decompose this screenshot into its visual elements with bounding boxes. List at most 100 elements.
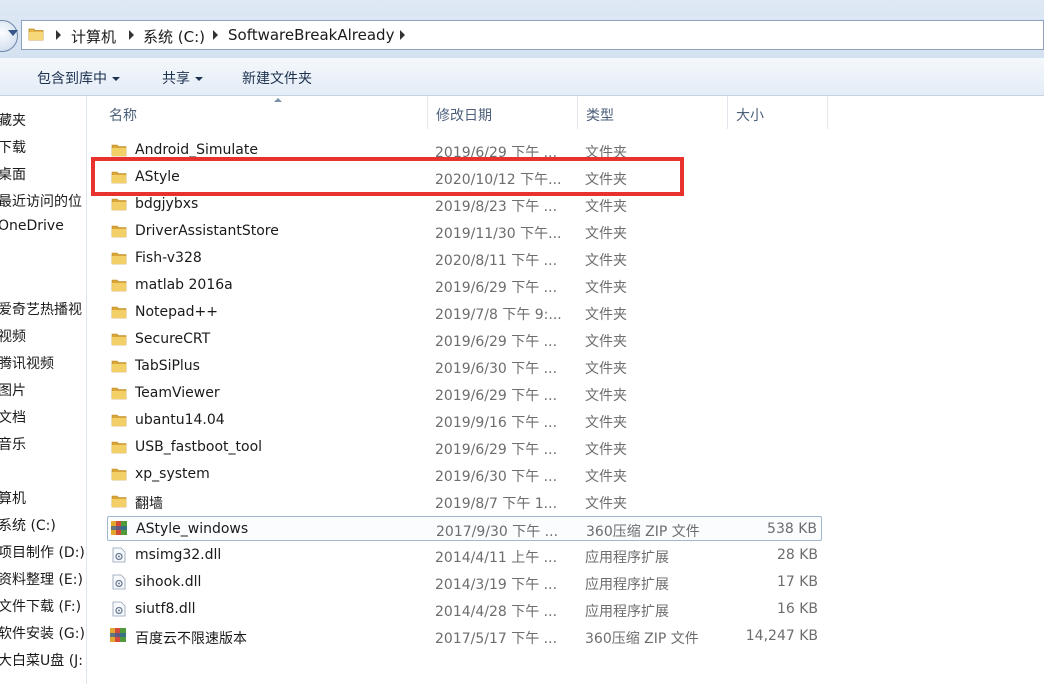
file-row[interactable]: siutf8.dll 2014/4/28 下午 ... 应用程序扩展 16 KB [107,597,822,622]
file-row[interactable]: TeamViewer 2019/6/29 下午 ... 文件夹 [107,381,822,406]
nav-item-tencent-video[interactable]: 腾讯视频 [0,353,54,373]
nav-item-drive-j[interactable]: 大白菜U盘 (J: [0,650,83,670]
column-header-type-label: 类型 [586,108,614,124]
file-type: 应用程序扩展 [585,550,669,566]
folder-icon [111,439,127,455]
file-modified-date: 2019/6/29 下午 ... [435,442,558,458]
column-header-date[interactable]: 修改日期 [428,96,578,129]
file-name: xp_system [135,466,210,482]
nav-item-recent-places[interactable]: 最近访问的位 [0,191,82,211]
new-folder-button[interactable]: 新建文件夹 [242,68,312,88]
nav-item-drive-e[interactable]: 资料整理 (E:) [0,569,83,589]
file-modified-date: 2019/6/30 下午 ... [435,469,558,485]
file-row[interactable]: SecureCRT 2019/6/29 下午 ... 文件夹 [107,327,822,352]
file-row[interactable]: xp_system 2019/6/30 下午 ... 文件夹 [107,462,822,487]
folder-icon [111,331,127,347]
chevron-down-icon [195,77,203,81]
file-size: 17 KB [776,574,818,590]
include-in-library-label: 包含到库中 [37,71,107,87]
nav-item-onedrive[interactable]: OneDrive [0,218,64,234]
chevron-down-icon [112,77,120,81]
file-type: 文件夹 [585,361,627,377]
file-modified-date: 2019/6/30 下午 ... [435,361,558,377]
breadcrumb-arrow-icon[interactable] [213,30,218,40]
nav-item-computer[interactable]: 算机 [0,488,26,508]
breadcrumb-drive-c[interactable]: 系统 (C:) [143,26,205,47]
file-name: msimg32.dll [135,547,222,563]
nav-item-drive-f[interactable]: 文件下载 (F:) [0,596,81,616]
file-modified-date: 2019/11/30 下午... [435,226,562,242]
file-name: DriverAssistantStore [135,223,279,239]
back-button[interactable] [0,20,18,52]
file-row[interactable]: TabSiPlus 2019/6/30 下午 ... 文件夹 [107,354,822,379]
file-type: 文件夹 [585,253,627,269]
file-type: 文件夹 [585,226,627,242]
address-bar: 计算机 系统 (C:) SoftwareBreakAlready [0,0,1044,58]
nav-item-music[interactable]: 音乐 [0,434,26,454]
nav-item-documents[interactable]: 文档 [0,407,26,427]
file-type: 文件夹 [585,496,627,512]
file-name: ubantu14.04 [135,412,225,428]
file-row[interactable]: Fish-v328 2020/8/11 下午 ... 文件夹 [107,246,822,271]
nav-item-pictures[interactable]: 图片 [0,380,26,400]
file-modified-date: 2019/8/23 下午 ... [435,199,558,215]
column-header-type[interactable]: 类型 [578,96,728,129]
nav-item-drive-c[interactable]: 系统 (C:) [0,515,56,535]
share-button[interactable]: 共享 [162,68,203,88]
nav-item-favorites[interactable]: 藏夹 [0,110,26,130]
file-row[interactable]: msimg32.dll 2014/4/11 上午 ... 应用程序扩展 28 KB [107,543,822,568]
nav-item-videos[interactable]: 视频 [0,326,26,346]
file-name: matlab 2016a [135,277,233,293]
file-row[interactable]: sihook.dll 2014/3/19 下午 ... 应用程序扩展 17 KB [107,570,822,595]
nav-item-drive-d[interactable]: 项目制作 (D:) [0,542,85,562]
nav-item-desktop[interactable]: 桌面 [0,164,26,184]
file-modified-date: 2017/9/30 下午 ... [436,524,559,540]
nav-item-iqiyi[interactable]: 爱奇艺热播视 [0,299,82,319]
file-modified-date: 2019/7/8 下午 9:... [435,307,562,323]
sort-ascending-icon [274,98,282,102]
breadcrumb-arrow-icon[interactable] [400,30,405,40]
column-header-size[interactable]: 大小 [728,96,828,129]
nav-item-downloads[interactable]: 下载 [0,137,26,157]
recent-pages-dropdown-icon[interactable] [8,30,18,36]
file-name: sihook.dll [135,574,202,590]
file-row[interactable]: 百度云不限速版本 2017/5/17 下午 ... 360压缩 ZIP 文件 14,2… [107,624,822,649]
file-row[interactable]: 翻墙 2019/8/7 下午 1... 文件夹 [107,489,822,514]
file-name: 百度云不限速版本 [135,631,247,647]
file-type: 应用程序扩展 [585,604,669,620]
file-row[interactable]: Notepad++ 2019/7/8 下午 9:... 文件夹 [107,300,822,325]
annotation-highlight-box [91,157,684,196]
file-modified-date: 2014/4/28 下午 ... [435,604,558,620]
folder-icon [111,412,127,428]
address-field[interactable]: 计算机 系统 (C:) SoftwareBreakAlready [21,20,1044,50]
file-modified-date: 2019/6/29 下午 ... [435,280,558,296]
file-type: 360压缩 ZIP 文件 [586,524,700,540]
file-modified-date: 2019/8/7 下午 1... [435,496,558,512]
breadcrumb-current-folder[interactable]: SoftwareBreakAlready [228,26,394,44]
file-name: Fish-v328 [135,250,202,266]
file-row[interactable]: matlab 2016a 2019/6/29 下午 ... 文件夹 [107,273,822,298]
column-header-name[interactable]: 名称 [101,96,428,129]
file-row[interactable]: DriverAssistantStore 2019/11/30 下午... 文件夹 [107,219,822,244]
nav-item-drive-g[interactable]: 软件安装 (G:) [0,623,85,643]
breadcrumb-arrow-icon[interactable] [129,30,134,40]
file-row[interactable]: ubantu14.04 2019/9/16 下午 ... 文件夹 [107,408,822,433]
navigation-pane[interactable]: 藏夹 下载 桌面 最近访问的位 OneDrive 爱奇艺热播视 视频 腾讯视频 … [0,96,87,684]
file-row[interactable]: USB_fastboot_tool 2019/6/29 下午 ... 文件夹 [107,435,822,460]
file-row[interactable]: AStyle_windows 2017/9/30 下午 ... 360压缩 ZIP … [107,516,822,541]
folder-icon [111,358,127,374]
breadcrumb-computer[interactable]: 计算机 [71,26,116,47]
file-type: 文件夹 [585,469,627,485]
file-modified-date: 2019/6/29 下午 ... [435,334,558,350]
folder-icon [111,304,127,320]
file-name: TeamViewer [135,385,220,401]
zip-archive-icon [109,626,126,642]
folder-icon [111,196,127,212]
breadcrumb-arrow-icon[interactable] [56,30,61,40]
include-in-library-button[interactable]: 包含到库中 [37,68,120,88]
file-name: bdgjybxs [135,196,199,212]
file-type: 文件夹 [585,334,627,350]
file-modified-date: 2014/3/19 下午 ... [435,577,558,593]
file-name: Android_Simulate [135,142,258,158]
folder-icon [111,385,127,401]
